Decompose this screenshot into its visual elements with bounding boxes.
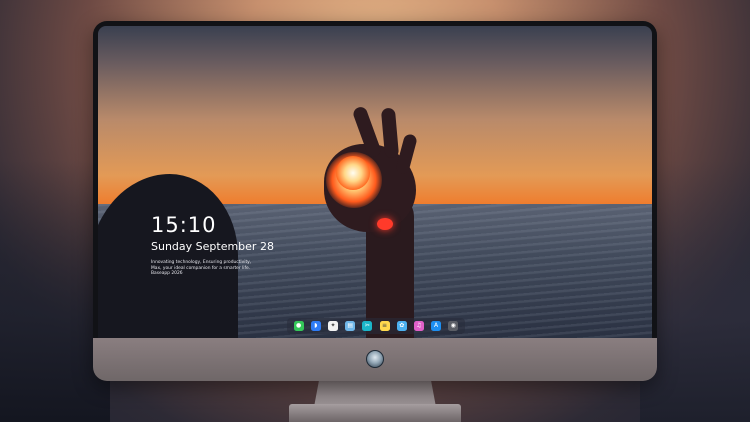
brand-logo-icon — [366, 350, 384, 368]
wallpaper-finger — [380, 107, 400, 159]
lock-screen-time: 15:10 — [151, 213, 217, 237]
lock-screen-tagline: Innovating technology, Ensuring producti… — [151, 260, 252, 277]
camera-icon[interactable]: ◉ — [448, 321, 459, 331]
photos-icon[interactable]: ✿ — [396, 321, 407, 331]
itunes-icon[interactable]: ♫ — [413, 321, 424, 331]
wallpaper-sun — [336, 156, 370, 190]
lock-screen-date: Sunday September 28 — [151, 240, 274, 253]
finder-icon[interactable]: ◗ — [310, 321, 321, 331]
imovie-icon[interactable]: ✂ — [362, 321, 373, 331]
preview-icon[interactable]: ▤ — [345, 321, 356, 331]
monitor-stand-base — [289, 404, 461, 422]
safari-icon[interactable]: ✦ — [327, 321, 338, 331]
screen: 15:10 Sunday September 28 Innovating tec… — [98, 26, 652, 338]
dock: ● ◗ ✦ ▤ ✂ ≡ ✿ ♫ A ◉ — [287, 318, 465, 334]
wallpaper-rock — [98, 174, 238, 338]
notes-icon[interactable]: ≡ — [379, 321, 390, 331]
wallpaper-light-dot — [377, 218, 393, 230]
app-store-icon[interactable]: A — [431, 321, 442, 331]
messages-icon[interactable]: ● — [293, 321, 304, 331]
